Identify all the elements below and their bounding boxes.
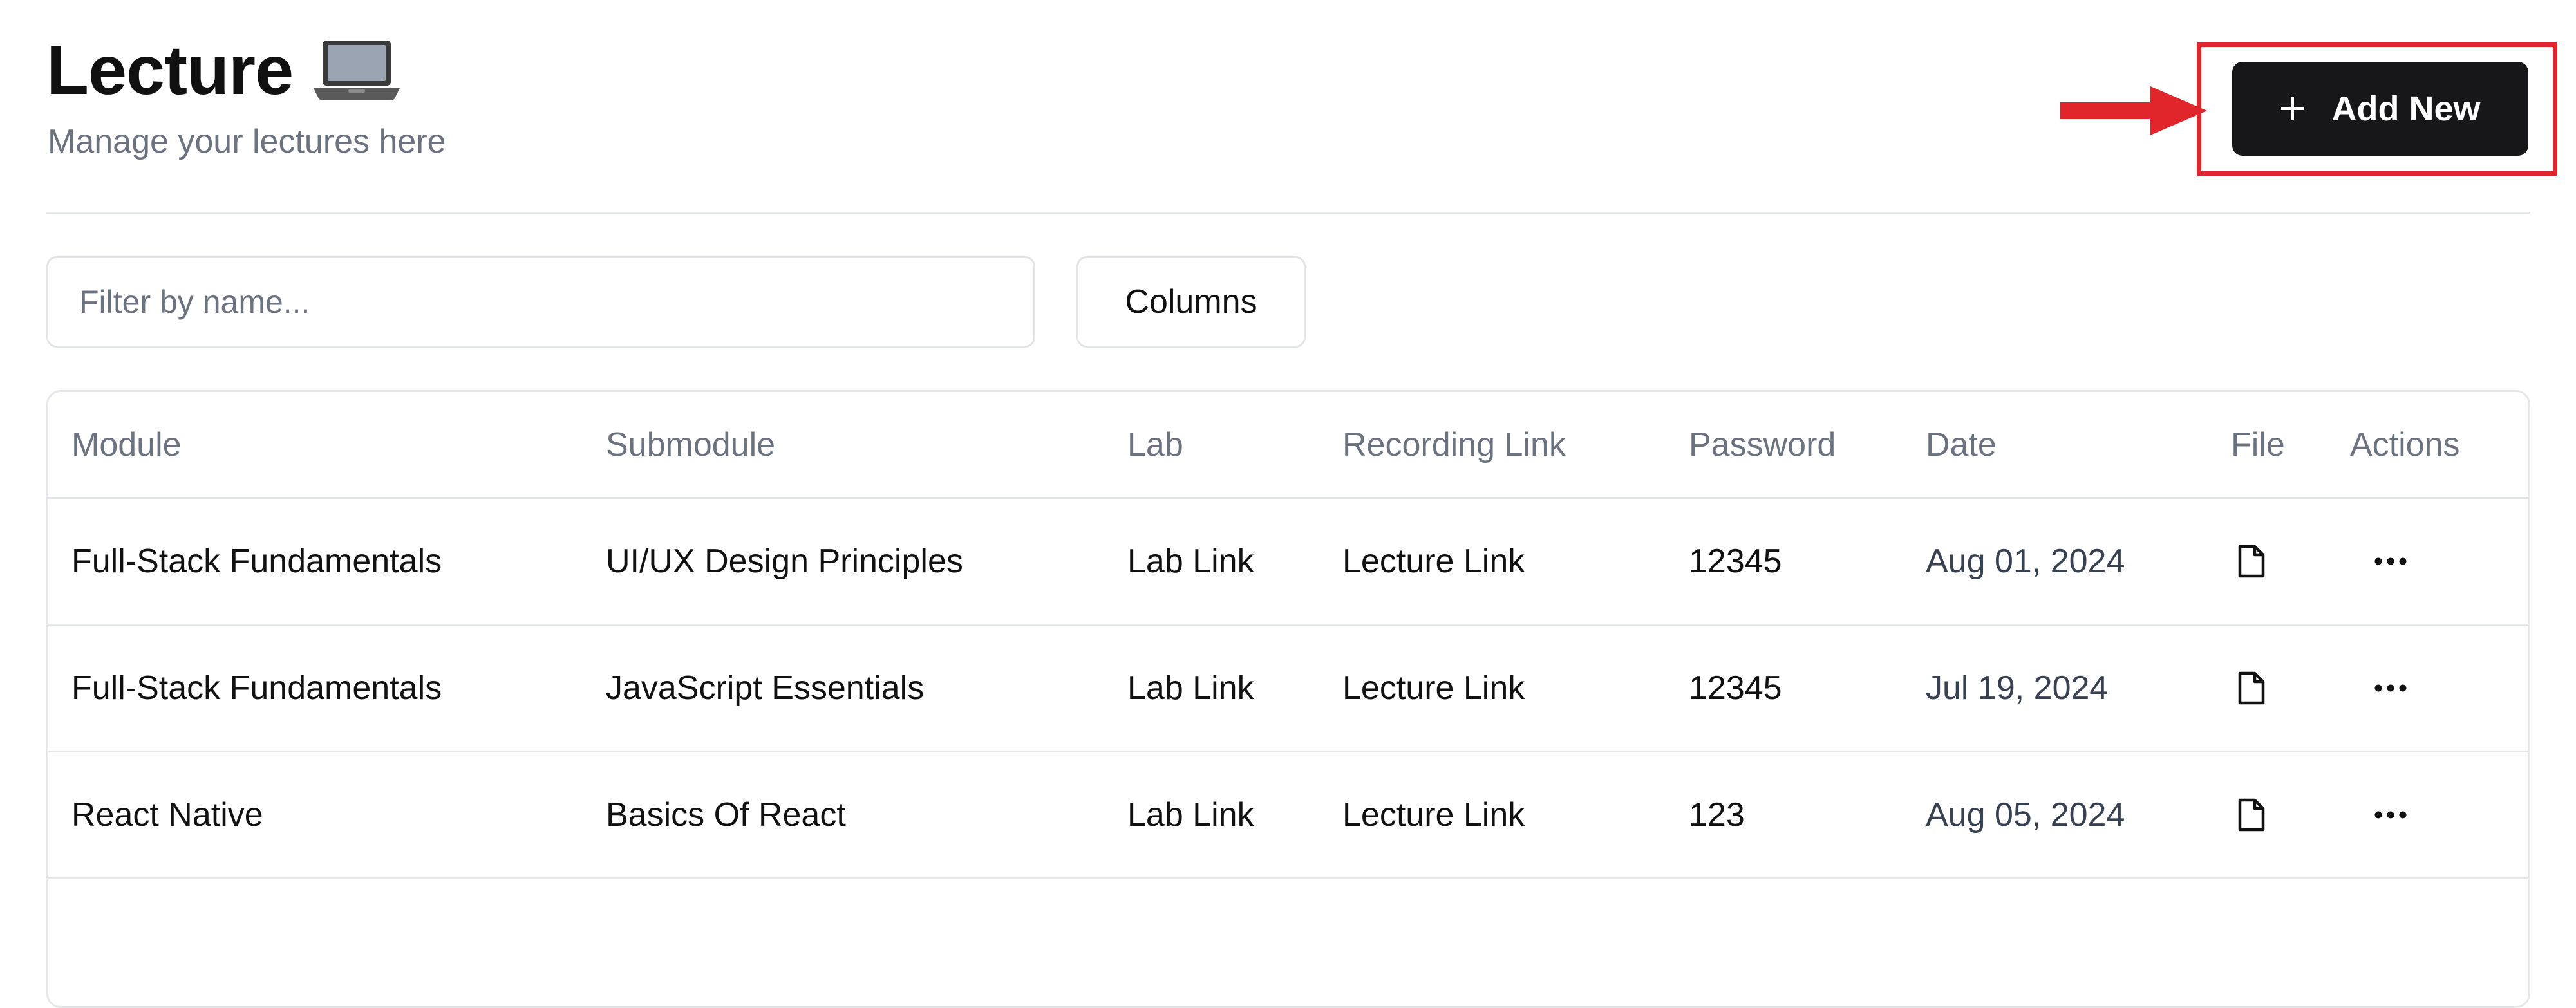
annotation-arrow: [2060, 86, 2207, 135]
cell-password: 12345: [1689, 543, 1782, 580]
row-actions-button[interactable]: [2374, 752, 2407, 877]
lecture-link[interactable]: Lecture Link: [1342, 626, 1525, 751]
plus-icon: [2281, 97, 2305, 120]
file-icon: [2238, 671, 2265, 705]
cell-password: 123: [1689, 796, 1745, 834]
cell-module: Full-Stack Fundamentals: [71, 543, 442, 580]
page-title: Lecture: [46, 35, 401, 105]
table-row: Full-Stack Fundamentals UI/UX Design Pri…: [48, 499, 2528, 626]
file-icon: [2238, 798, 2265, 832]
lab-link[interactable]: Lab Link: [1127, 752, 1254, 877]
cell-submodule: UI/UX Design Principles: [606, 543, 963, 580]
more-horizontal-icon: [2374, 557, 2407, 565]
file-button[interactable]: [2237, 626, 2266, 751]
column-header-submodule[interactable]: Submodule: [606, 392, 775, 497]
laptop-icon: [314, 41, 400, 100]
column-header-recording-link[interactable]: Recording Link: [1342, 392, 1566, 497]
cell-module: Full-Stack Fundamentals: [71, 669, 442, 707]
lab-link[interactable]: Lab Link: [1127, 499, 1254, 624]
file-icon: [2238, 545, 2265, 578]
page-subtitle: Manage your lectures here: [48, 123, 446, 160]
cell-submodule: Basics Of React: [606, 796, 846, 834]
table-row: Full-Stack Fundamentals JavaScript Essen…: [48, 626, 2528, 752]
lecture-link[interactable]: Lecture Link: [1342, 499, 1525, 624]
columns-button[interactable]: Columns: [1076, 256, 1306, 348]
column-header-date[interactable]: Date: [1926, 392, 1997, 497]
column-header-password[interactable]: Password: [1689, 392, 1836, 497]
lectures-table: Module Submodule Lab Recording Link Pass…: [46, 390, 2530, 1008]
file-button[interactable]: [2237, 752, 2266, 877]
column-header-actions[interactable]: Actions: [2350, 392, 2460, 497]
cell-date: Aug 05, 2024: [1926, 796, 2125, 834]
cell-module: React Native: [71, 796, 263, 834]
cell-password: 12345: [1689, 669, 1782, 707]
table-row: React Native Basics Of React Lab Link Le…: [48, 752, 2528, 879]
cell-submodule: JavaScript Essentials: [606, 669, 925, 707]
table-header-row: Module Submodule Lab Recording Link Pass…: [48, 392, 2528, 499]
file-button[interactable]: [2237, 499, 2266, 624]
add-new-button[interactable]: Add New: [2232, 62, 2528, 156]
more-horizontal-icon: [2374, 811, 2407, 819]
lecture-link[interactable]: Lecture Link: [1342, 752, 1525, 877]
add-new-button-label: Add New: [2331, 89, 2481, 128]
page-title-text: Lecture: [46, 31, 294, 109]
filter-by-name-input[interactable]: [46, 256, 1035, 348]
lab-link[interactable]: Lab Link: [1127, 626, 1254, 751]
row-actions-button[interactable]: [2374, 626, 2407, 751]
row-actions-button[interactable]: [2374, 499, 2407, 624]
column-header-lab[interactable]: Lab: [1127, 392, 1183, 497]
more-horizontal-icon: [2374, 684, 2407, 692]
cell-date: Aug 01, 2024: [1926, 543, 2125, 580]
header-divider: [46, 212, 2530, 214]
column-header-module[interactable]: Module: [71, 392, 182, 497]
column-header-file[interactable]: File: [2231, 392, 2285, 497]
cell-date: Jul 19, 2024: [1926, 669, 2109, 707]
